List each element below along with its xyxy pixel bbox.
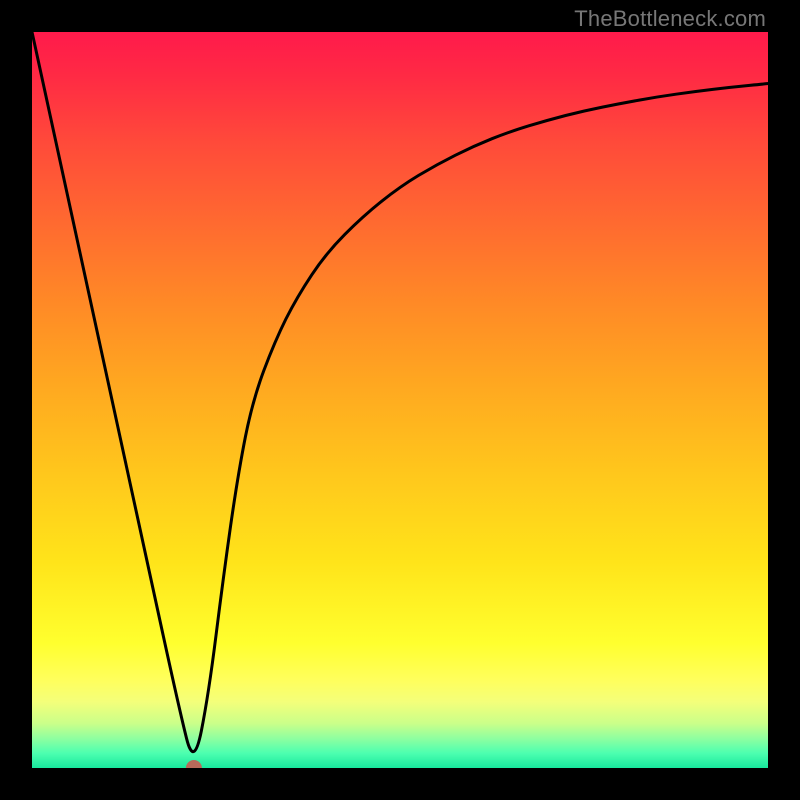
minimum-marker	[186, 760, 202, 768]
plot-area	[32, 32, 768, 768]
watermark-text: TheBottleneck.com	[574, 6, 766, 32]
chart-frame: TheBottleneck.com	[0, 0, 800, 800]
curve-layer	[32, 32, 768, 768]
bottleneck-curve	[32, 32, 768, 752]
